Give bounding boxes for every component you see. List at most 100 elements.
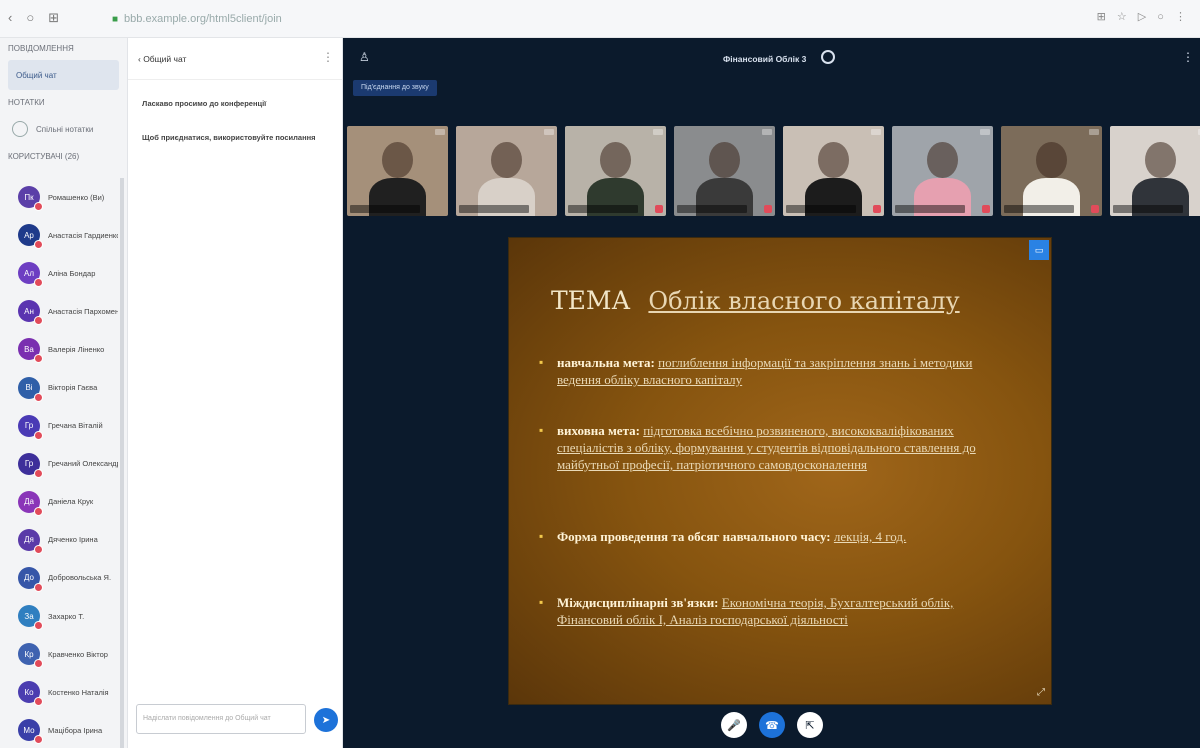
user-name: Кравченко Віктор bbox=[48, 649, 108, 659]
users-scrollbar[interactable] bbox=[120, 178, 124, 748]
user-list-item[interactable]: Гр Гречана Віталій bbox=[0, 407, 122, 445]
mic-muted-icon bbox=[34, 240, 43, 250]
browser-actions[interactable]: ⊞ ☆ ▷ ○ ⋮ bbox=[1097, 10, 1190, 23]
avatar: Гр bbox=[18, 452, 43, 478]
video-tile[interactable] bbox=[1001, 126, 1102, 216]
participant-name-tag bbox=[1004, 205, 1074, 213]
user-list-item[interactable]: Ан Анастасія Пархоменко bbox=[0, 292, 122, 330]
chat-header[interactable]: ‹ Общий чат ⋮ bbox=[128, 38, 342, 80]
user-name: Костенко Наталія bbox=[48, 687, 109, 697]
video-tile[interactable] bbox=[783, 126, 884, 216]
avatar-initials: Гр bbox=[24, 459, 34, 469]
audio-button[interactable]: ☎ bbox=[759, 712, 785, 738]
user-list-item[interactable]: Дя Дяченко Ірина bbox=[0, 521, 122, 559]
slide-bullet: Форма проведення та обсяг навчального ча… bbox=[539, 528, 1011, 545]
browser-toolbar: ‹ ○ ⊞ ■ bbb.example.org/html5client/join … bbox=[0, 0, 1200, 38]
chat-messages: Ласкаво просимо до конференції Щоб приєд… bbox=[128, 80, 342, 184]
users-panel: ПОВІДОМЛЕННЯ Общий чат НОТАТКИ Спільні н… bbox=[0, 38, 128, 748]
video-tile[interactable] bbox=[1110, 126, 1200, 216]
chat-message: Щоб приєднатися, використовуйте посиланн… bbox=[142, 133, 316, 142]
public-chat-item[interactable]: Общий чат bbox=[8, 60, 119, 90]
avatar: Ва bbox=[18, 338, 43, 364]
video-menu-icon[interactable] bbox=[653, 129, 663, 135]
avatar: Ар bbox=[18, 224, 43, 250]
url-text: bbb.example.org/html5client/join bbox=[124, 13, 282, 25]
mic-button[interactable]: 🎤 bbox=[721, 712, 747, 738]
slide-title-topic: Облік власного капіталу bbox=[648, 287, 960, 315]
avatar-initials: За bbox=[24, 611, 34, 621]
presentation-slide: ▭ ТЕМА Облік власного капіталу навчальна… bbox=[509, 238, 1051, 704]
participant-name-tag bbox=[1113, 205, 1183, 213]
chat-options-icon[interactable]: ⋮ bbox=[322, 50, 334, 64]
mic-muted-icon bbox=[34, 468, 43, 478]
video-menu-icon[interactable] bbox=[1089, 129, 1099, 135]
avatar: Ал bbox=[18, 262, 43, 288]
avatar: Кр bbox=[18, 643, 43, 669]
avatar: Да bbox=[18, 490, 43, 516]
mic-muted-icon bbox=[34, 392, 43, 402]
participant-name-tag bbox=[350, 205, 420, 213]
user-list-item[interactable]: Ал Аліна Бондар bbox=[0, 254, 122, 292]
avatar-initials: Ва bbox=[24, 344, 34, 354]
user-list-item[interactable]: Кр Кравченко Віктор bbox=[0, 635, 122, 673]
mic-muted-icon bbox=[34, 278, 43, 288]
participant-face bbox=[709, 142, 740, 179]
screen-share-button[interactable]: ⇱ bbox=[797, 712, 823, 738]
user-list-item[interactable]: За Захарко Т. bbox=[0, 597, 122, 635]
user-name: Гречана Віталій bbox=[48, 421, 103, 431]
mic-muted-icon bbox=[655, 205, 663, 213]
user-list-item[interactable]: До Добровольська Я. bbox=[0, 559, 122, 597]
user-list-item[interactable]: Ар Анастасія Гардиенко bbox=[0, 216, 122, 254]
video-menu-icon[interactable] bbox=[980, 129, 990, 135]
video-tile[interactable] bbox=[347, 126, 448, 216]
mic-muted-icon bbox=[34, 430, 43, 440]
avatar-initials: Да bbox=[24, 497, 34, 507]
minimize-presentation-icon[interactable]: ▭ bbox=[1029, 240, 1049, 260]
participant-face bbox=[927, 142, 958, 179]
video-tile[interactable] bbox=[565, 126, 666, 216]
avatar-initials: Мо bbox=[23, 725, 35, 735]
fullscreen-icon[interactable]: ⤢ bbox=[1037, 687, 1045, 698]
user-name: Анастасія Пархоменко bbox=[48, 306, 118, 316]
user-name: Мацібора Ірина bbox=[48, 725, 103, 735]
slide-bullet: навчальна мета: поглиблення інформації т… bbox=[539, 354, 1011, 388]
video-menu-icon[interactable] bbox=[544, 129, 554, 135]
video-menu-icon[interactable] bbox=[871, 129, 881, 135]
send-button[interactable]: ➤ bbox=[314, 708, 338, 732]
bullet-label: навчальна мета: bbox=[557, 355, 655, 370]
mic-muted-icon bbox=[34, 354, 43, 364]
user-list-toggle-icon[interactable]: ♙ bbox=[359, 50, 370, 64]
chat-input[interactable]: Надіслати повідомлення до Общий чат bbox=[136, 704, 306, 734]
apps-icon[interactable]: ⊞ bbox=[48, 10, 59, 26]
participant-name-tag bbox=[895, 205, 965, 213]
shared-notes-item[interactable]: Спільні нотатки bbox=[8, 114, 119, 144]
avatar-initials: Ві bbox=[25, 383, 33, 393]
video-menu-icon[interactable] bbox=[435, 129, 445, 135]
user-list-item[interactable]: Ва Валерія Ліненко bbox=[0, 330, 122, 368]
user-list-item[interactable]: Ві Вікторія Гаєва bbox=[0, 368, 122, 406]
user-list-item[interactable]: Пк Ромашенко (Ви) bbox=[0, 178, 122, 216]
chat-message: Ласкаво просимо до конференції bbox=[142, 99, 267, 108]
record-icon[interactable] bbox=[821, 50, 835, 64]
user-list-item[interactable]: Ко Костенко Наталія bbox=[0, 673, 122, 711]
avatar-initials: Пк bbox=[24, 192, 34, 202]
video-tile[interactable] bbox=[456, 126, 557, 216]
back-icon[interactable]: ‹ bbox=[8, 10, 12, 26]
reload-icon[interactable]: ○ bbox=[26, 10, 34, 26]
participant-name-tag bbox=[459, 205, 529, 213]
main-header: ♙ Фінансовий Облік 3 ⋮ bbox=[343, 38, 1200, 80]
video-tile[interactable] bbox=[674, 126, 775, 216]
slide-bullet: Міждисциплінарні зв'язки: Економічна тео… bbox=[539, 594, 1011, 628]
video-menu-icon[interactable] bbox=[762, 129, 772, 135]
options-icon[interactable]: ⋮ bbox=[1182, 50, 1194, 64]
user-list-item[interactable]: Да Даніела Крук bbox=[0, 483, 122, 521]
user-list-item[interactable]: Гр Гречаний Олександр bbox=[0, 445, 122, 483]
user-name: Захарко Т. bbox=[48, 611, 85, 621]
participant-face bbox=[818, 142, 849, 179]
avatar: За bbox=[18, 605, 43, 631]
video-tile[interactable] bbox=[892, 126, 993, 216]
user-list-item[interactable]: Мо Мацібора Ірина bbox=[0, 711, 122, 749]
mic-muted-icon bbox=[34, 735, 43, 745]
avatar: Гр bbox=[18, 414, 43, 440]
address-bar[interactable]: ■ bbb.example.org/html5client/join bbox=[112, 10, 372, 28]
